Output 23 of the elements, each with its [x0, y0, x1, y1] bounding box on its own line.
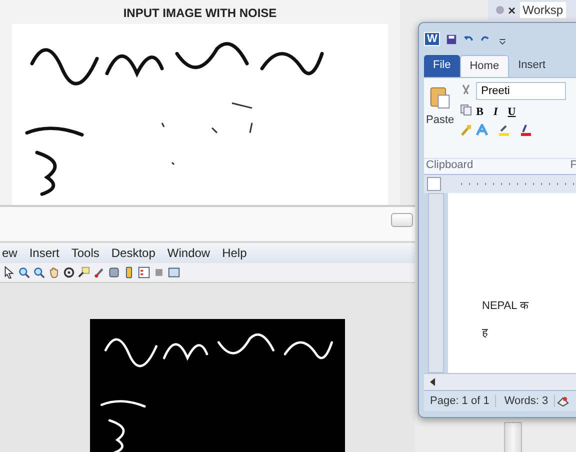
format-button[interactable]: B	[476, 106, 484, 118]
menu-item[interactable]: Window	[167, 246, 210, 260]
menu-item[interactable]: ew	[2, 246, 18, 260]
group-label: Clipboard	[426, 159, 474, 171]
close-button[interactable]: ×	[508, 2, 516, 18]
ribbon-tab[interactable]: Insert	[509, 55, 555, 77]
document-text: ह	[482, 326, 489, 339]
status-text: Page: 1 of 1	[424, 395, 496, 407]
menu-item[interactable]: Insert	[29, 246, 60, 260]
menu-item[interactable]: Desktop	[111, 246, 156, 260]
app-logo: W	[424, 32, 440, 46]
figure-title: INPUT IMAGE WITH NOISE	[123, 6, 277, 20]
font-field[interactable]: Preeti	[476, 82, 566, 100]
menu-item[interactable]: Help	[222, 246, 247, 260]
status-text: Words: 3	[498, 395, 556, 407]
menu-item[interactable]: Tools	[71, 246, 100, 260]
ribbon-tab[interactable]: File	[424, 55, 460, 77]
panel-title: Worksp	[520, 2, 566, 18]
ribbon-tab[interactable]: Home	[460, 55, 510, 77]
format-button[interactable]: I	[493, 106, 498, 118]
format-button[interactable]: U	[508, 106, 516, 118]
document-text: NEPAL क	[482, 299, 530, 312]
paste-button[interactable]: Paste	[424, 82, 456, 158]
